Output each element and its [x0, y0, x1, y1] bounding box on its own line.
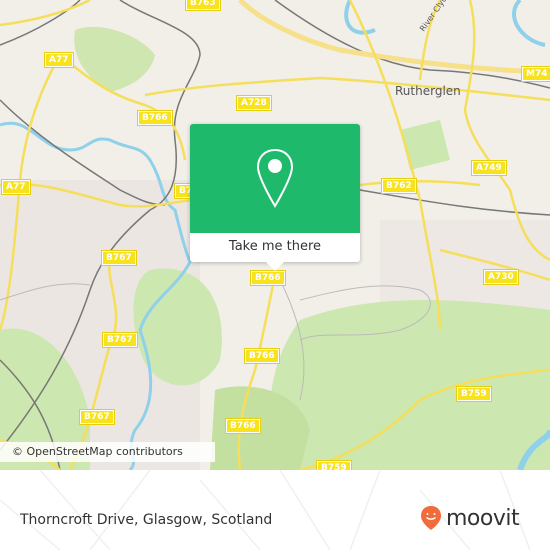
take-me-there-button[interactable]: Take me there	[190, 233, 360, 262]
road-shield: B763	[185, 0, 221, 11]
road-shield: B766	[137, 110, 173, 126]
railway	[359, 189, 550, 216]
moovit-logo[interactable]: moovit	[420, 505, 520, 531]
place-label-rutherglen: Rutherglen	[395, 84, 461, 98]
road	[359, 180, 481, 187]
moovit-smiley-pin-icon	[421, 506, 441, 530]
road-shield: B767	[79, 409, 115, 425]
road-shield: A749	[471, 160, 507, 176]
location-popup: Take me there	[190, 124, 360, 271]
popup-tail	[266, 262, 284, 271]
map-attribution[interactable]: © OpenStreetMap contributors	[0, 442, 215, 462]
address-text: Thorncroft Drive, Glasgow, Scotland	[20, 512, 273, 528]
road-shield: M74	[520, 66, 550, 82]
road-shield: B766	[225, 418, 261, 434]
road-shield: B762	[381, 178, 417, 194]
map-area[interactable]: Rutherglen River Clyde B763 A77 A728 B76…	[0, 0, 550, 470]
road-shield: B759	[456, 386, 492, 402]
park-area	[400, 120, 450, 170]
road	[144, 76, 550, 102]
river	[512, 0, 546, 47]
moovit-logo-text: moovit	[446, 505, 520, 531]
map-pin-icon	[256, 148, 294, 208]
park-area	[269, 300, 550, 470]
road-shield: B759	[316, 460, 352, 470]
road-shield: A728	[236, 95, 272, 111]
road-shield: A730	[483, 269, 519, 285]
popup-header	[190, 124, 360, 233]
park-area	[74, 26, 155, 93]
road-shield: A77	[44, 52, 74, 68]
road-shield: B766	[244, 348, 280, 364]
road-shield: A77	[1, 179, 31, 195]
motorway	[238, 0, 550, 75]
road-shield: B767	[102, 332, 138, 348]
road-shield: B767	[101, 250, 137, 266]
river	[344, 0, 376, 35]
road-shield: B766	[250, 270, 286, 286]
